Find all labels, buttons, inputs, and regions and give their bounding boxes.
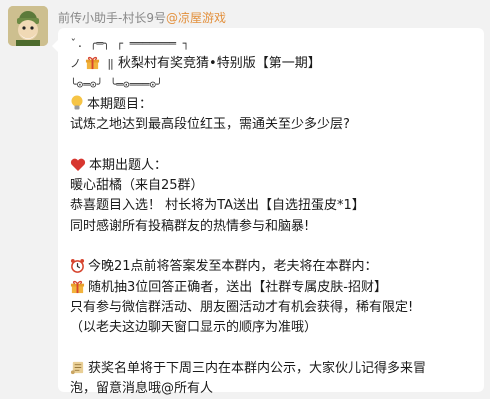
author-name: 暖心甜橘（来自25群）: [70, 178, 204, 194]
deco-prefix: ノ: [70, 57, 81, 71]
gift-icon: [86, 57, 100, 70]
prize-line-row: 随机抽3位回答正确者，送出【社群专属皮肤-招财】: [70, 278, 476, 298]
scroll-icon: [70, 361, 84, 374]
announce-line-row: 获奖名单将于下周三内在本群内公示，大家伙儿记得多来冒: [70, 359, 476, 379]
order-note: （以老夫这边聊天窗口显示的顺序为准哦）: [70, 320, 318, 336]
character-avatar-icon: [8, 6, 48, 46]
announce-line2: 泡，留意消息哦@所有人: [70, 381, 214, 397]
avatar[interactable]: [8, 6, 48, 46]
prize-line: 随机抽3位回答正确者，送出【社群专属皮肤-招财】: [88, 279, 387, 295]
author-heading: 本期出题人：: [89, 157, 168, 173]
question-text: 试炼之地达到最高段位红玉，需通关至少多少层?: [70, 117, 350, 133]
author-heading-line: 本期出题人：: [70, 156, 476, 176]
author-thanks: 同时感谢所有投稿群友的热情参与和脑暴!: [70, 218, 310, 234]
sender-line: 前传小助手-村长9号@凉屋游戏: [58, 9, 226, 26]
lightbulb-icon: [71, 95, 83, 110]
activity-title: 秋梨村有奖竞猜•特别版【第一期】: [118, 56, 321, 72]
condition-line: 只有参与微信群活动、朋友圈活动才有机会获得，稀有限定!: [70, 299, 414, 315]
deco-bar: ‖: [107, 57, 114, 71]
deco-top-line: ˇ. ╭═╮ ┌ ═══════ ┐: [70, 37, 190, 50]
message-bubble[interactable]: ˇ. ╭═╮ ┌ ═══════ ┐ ノ ‖ 秋梨村有奖竞猜•特别版【第一期】 …: [52, 28, 484, 396]
author-reward: 恭喜题目入选！ 村长将为TA送出【自选扭蛋皮*1】: [70, 198, 365, 214]
gift-icon: [70, 280, 85, 293]
announce-line1: 获奖名单将于下周三内在本群内公示，大家伙儿记得多来冒: [88, 360, 427, 376]
question-heading-line: 本期题目：: [70, 95, 476, 115]
time-line-row: 今晚21点前将答案发至本群内，老夫将在本群内：: [70, 257, 476, 277]
title-line: ノ ‖ 秋梨村有奖竞猜•特别版【第一期】: [70, 54, 476, 74]
heart-icon: [70, 158, 86, 171]
sender-group-tag[interactable]: @凉屋游戏: [166, 11, 226, 25]
sender-name[interactable]: 前传小助手-村长9号: [58, 11, 166, 25]
alarm-clock-icon: [70, 259, 85, 274]
time-line: 今晚21点前将答案发至本群内，老夫将在本群内：: [88, 259, 378, 275]
deco-bottom-line: ╰⊙═⊙╯ ╰═⊙═══⊙╯: [70, 77, 163, 91]
question-heading: 本期题目：: [87, 96, 153, 112]
